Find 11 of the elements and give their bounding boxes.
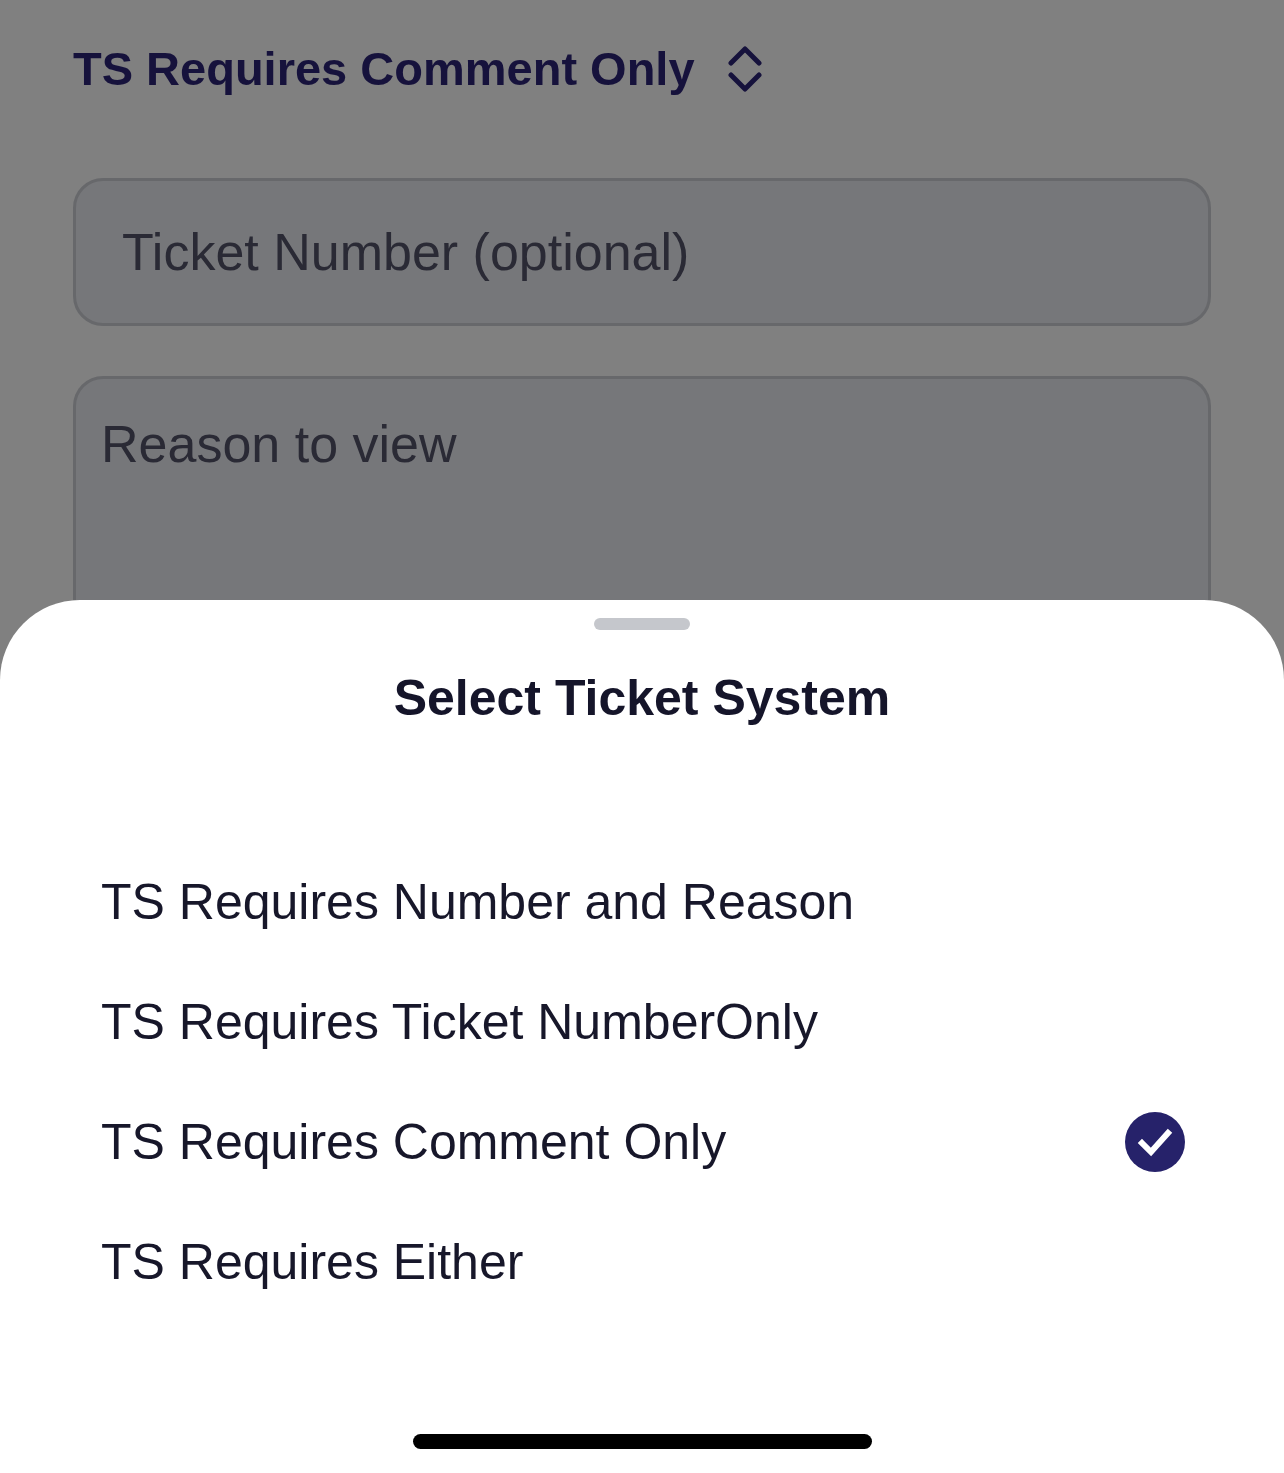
sheet-title: Select Ticket System bbox=[393, 669, 891, 728]
chevron-up-down-icon bbox=[727, 45, 762, 93]
checkmark-icon bbox=[1125, 1112, 1185, 1172]
ticket-system-option[interactable]: TS Requires Comment Only bbox=[101, 1110, 1185, 1174]
text-area-field[interactable]: Reason to view bbox=[73, 376, 1211, 600]
ticket-system-picker[interactable]: TS Requires Comment Only bbox=[73, 39, 762, 99]
ticket-system-option[interactable]: TS Requires Ticket NumberOnly bbox=[101, 990, 1185, 1054]
drag-handle[interactable] bbox=[594, 618, 690, 630]
text-input-field[interactable]: Ticket Number (optional) bbox=[73, 178, 1211, 326]
ticket-system-option[interactable]: TS Requires Either bbox=[101, 1230, 1185, 1294]
ticket-system-option[interactable]: TS Requires Number and Reason bbox=[101, 870, 1185, 934]
